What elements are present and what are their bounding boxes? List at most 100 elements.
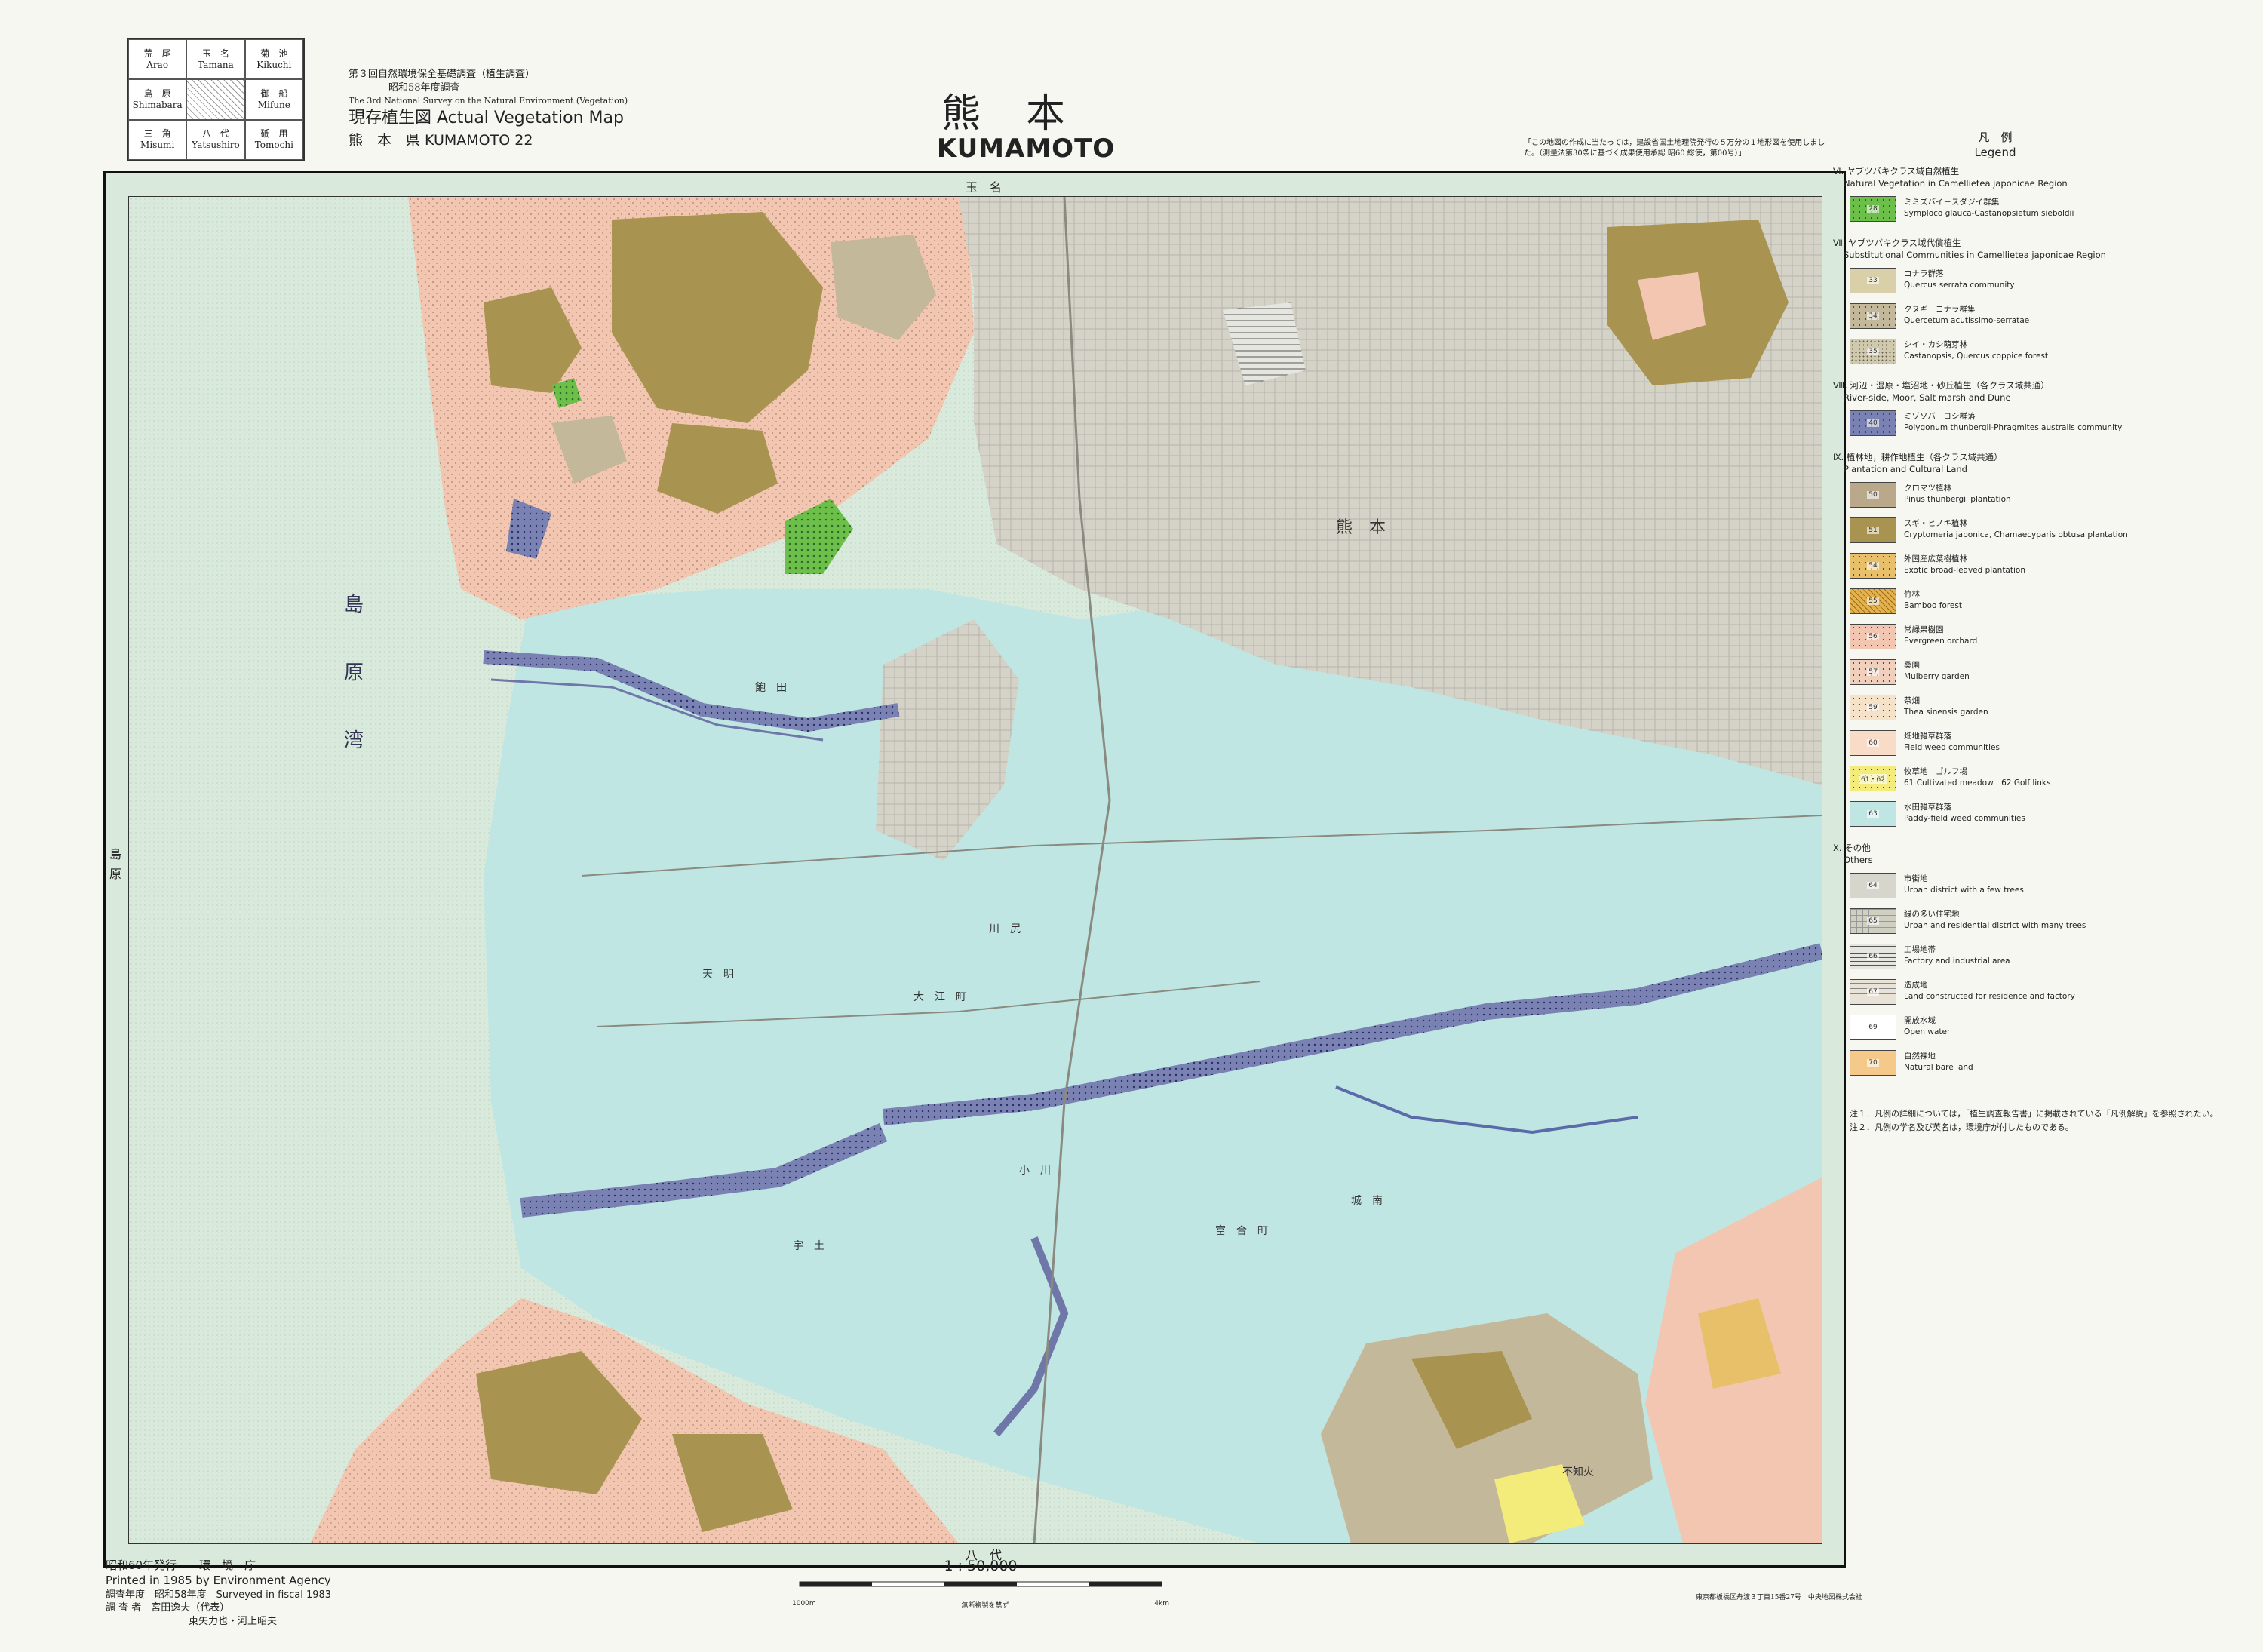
legend-label-jp: 開放水域 (1904, 1016, 1936, 1025)
legend-section-en: Others (1844, 854, 1873, 865)
index-sheet-jp: 島 原 (143, 88, 171, 99)
index-sheet-cell: 砥 用 Tomochi (244, 119, 303, 160)
legend-swatch: 51 (1850, 517, 1896, 543)
legend-label-jp: ミゾソバ－ヨシ群落 (1904, 412, 1976, 421)
legend-swatch: 63 (1850, 801, 1896, 827)
legend-label-jp: 外国産広葉樹植林 (1904, 554, 1967, 563)
place-label-6: 熊 本 (1336, 518, 1386, 537)
legend-label: 竹林 Bamboo forest (1904, 589, 1962, 612)
legend-item: 40 ミゾソバ－ヨシ群落 Polygonum thunbergii-Phragmit… (1850, 410, 2263, 436)
legend-label-jp: 水田雑草群落 (1904, 803, 1951, 812)
place-label-3: 天 明 (702, 969, 734, 981)
legend-item: 33 コナラ群落 Quercus serrata community (1850, 268, 2263, 293)
index-sheet-en: Yatsushiro (192, 140, 240, 151)
index-sheet-en: Tamana (198, 59, 234, 70)
scale-left-label: 1000m (792, 1600, 816, 1607)
legend-code: 28 (1867, 205, 1879, 213)
index-sheet-en: Arao (146, 59, 169, 70)
edge-label-west: 島 原 (109, 847, 134, 881)
legend-item: 59 茶畑 Thea sinensis garden (1850, 695, 2263, 720)
legend-label-jp: 常緑果樹園 (1904, 625, 1944, 634)
legend-item: 51 スギ・ヒノキ植林 Cryptomeria japonica, Chamaecy… (1850, 517, 2263, 543)
bay-label-char-2: 原 (344, 662, 364, 684)
index-sheet-cell: 御 船 Mifune (244, 79, 303, 120)
legend-label-jp: ミミズバイ－スダジイ群集 (1904, 198, 2000, 207)
place-label-10: 不知火 (1562, 1466, 1594, 1479)
legend-section-en: River-side, Moor, Salt marsh and Dune (1844, 392, 2011, 403)
legend-swatch: 28 (1850, 196, 1896, 222)
sheet-name: 熊 本 県 KUMAMOTO 22 (349, 131, 533, 149)
index-sheet-en: Mifune (257, 99, 290, 110)
legend-code: 61・62 (1859, 773, 1887, 784)
legend-code: 69 (1867, 1024, 1879, 1031)
legend-label-en: Cryptomeria japonica, Chamaecyparis obtu… (1904, 530, 2128, 540)
legend-item: 61・62 牧草地 ゴルフ場 61 Cultivated meadow 62 Gol… (1850, 766, 2263, 791)
legend-section-en: Substitutional Communities in Camelliete… (1844, 249, 2106, 260)
legend-section-jp: Ⅹ. その他 (1833, 843, 1871, 853)
legend-code: 57 (1867, 668, 1879, 676)
legend-label-jp: スギ・ヒノキ植林 (1904, 519, 1967, 528)
scale-note: 無断複製を禁ず (961, 1602, 1009, 1610)
legend-code: 70 (1867, 1059, 1879, 1067)
legend-swatch: 69 (1850, 1015, 1896, 1040)
legend-swatch: 54 (1850, 553, 1896, 579)
legend-swatch: 60 (1850, 730, 1896, 756)
legend-label-en: Castanopsis, Quercus coppice forest (1904, 352, 2049, 361)
index-sheet-jp: 御 船 (260, 88, 288, 99)
bay-label-char-1: 島 (344, 594, 364, 616)
index-sheet-cell: 菊 池 Kikuchi (244, 39, 303, 80)
legend-section-jp: Ⅶ. ヤブツバキクラス域代償植生 (1833, 238, 1961, 248)
index-sheet-jp: 三 角 (143, 128, 171, 140)
legend-title-en: Legend (1974, 146, 2016, 160)
scale-bar-graphic (799, 1581, 1162, 1587)
index-sheet-en: Kikuchi (256, 59, 292, 70)
survey-line-1: 第３回自然環境保全基礎調査（植生調査） (349, 69, 536, 80)
place-label-4: 富 合 町 (1215, 1225, 1268, 1237)
legend-code: 59 (1867, 704, 1879, 711)
legend-label-en: 61 Cultivated meadow 62 Golf links (1904, 778, 2051, 788)
index-sheet-en: Tomochi (254, 140, 293, 151)
note-2: 注２．凡例の学名及び英名は，環境庁が付したものである。 (1850, 1122, 2074, 1132)
vegetation-map[interactable]: 島 原 湾 大 江 町 飽 田 天 明 富 合 町 城 南 熊 本 小 川 川 … (128, 196, 1822, 1544)
place-label-8: 川 尻 (989, 923, 1021, 935)
scale-right-label: 4km (1154, 1600, 1169, 1607)
publisher-printed: Printed in 1985 by Environment Agency (106, 1574, 331, 1588)
legend-swatch: 67 (1850, 979, 1896, 1005)
legend-label: コナラ群落 Quercus serrata community (1904, 269, 2015, 291)
legend-code: 60 (1867, 739, 1879, 747)
publisher-issued: 昭和60年発行 環 境 庁 (106, 1558, 256, 1572)
legend-code: 55 (1867, 597, 1879, 605)
legend-section-header: Ⅸ. 植林地，耕作地植生（各クラス域共通） Plantation and Cult… (1833, 452, 2263, 475)
legend-item: 54 外国産広葉樹植林 Exotic broad-leaved plantation (1850, 553, 2263, 579)
scale-bar: 1 : 50,000 1000m 無断複製を禁ず 4km (785, 1558, 1177, 1610)
legend-swatch: 64 (1850, 873, 1896, 898)
legend-swatch: 33 (1850, 268, 1896, 293)
legend-label-en: Urban and residential district with many… (1904, 921, 2086, 931)
printer-note: 東京都板橋区舟渡３丁目15番27号 中央地図株式会社 (1696, 1594, 1862, 1601)
legend-item: 64 市街地 Urban district with a few trees (1850, 873, 2263, 898)
legend-item: 67 造成地 Land constructed for residence and … (1850, 979, 2263, 1005)
legend-label: ミミズバイ－スダジイ群集 Symploco glauca-Castanopsiet… (1904, 197, 2074, 220)
legend-label-en: Mulberry garden (1904, 672, 1970, 682)
index-sheet-cell: 三 角 Misumi (128, 119, 187, 160)
map-title-en: KUMAMOTO (936, 134, 1116, 164)
legend-swatch: 55 (1850, 588, 1896, 614)
legend-label-jp: クロマツ植林 (1904, 484, 1951, 493)
legend-label: ミゾソバ－ヨシ群落 Polygonum thunbergii-Phragmites… (1904, 411, 2122, 434)
legend-section-en: Natural Vegetation in Camellietea japoni… (1844, 177, 2068, 189)
legend-swatch: 66 (1850, 944, 1896, 969)
legend-label-en: Bamboo forest (1904, 601, 1962, 611)
survey-line-3: The 3rd National Survey on the Natural E… (349, 96, 628, 106)
vegetation-map-svg (129, 197, 1822, 1543)
legend-label-en: Open water (1904, 1027, 1951, 1037)
legend-item: 57 桑園 Mulberry garden (1850, 659, 2263, 685)
legend-code: 63 (1867, 810, 1879, 818)
legend-swatch: 65 (1850, 908, 1896, 934)
legend-item: 69 開放水域 Open water (1850, 1015, 2263, 1040)
legend-title-jp: 凡 例 (1978, 131, 2013, 144)
legend-label: 工場地帯 Factory and industrial area (1904, 944, 2010, 967)
legend-swatch: 57 (1850, 659, 1896, 685)
legend-section-header: Ⅷ. 河辺・湿原・塩沼地・砂丘植生（各クラス域共通） River-side, Mo… (1833, 380, 2263, 404)
legend-label: 外国産広葉樹植林 Exotic broad-leaved plantation (1904, 554, 2025, 576)
legend-item: 50 クロマツ植林 Pinus thunbergii plantation (1850, 482, 2263, 508)
